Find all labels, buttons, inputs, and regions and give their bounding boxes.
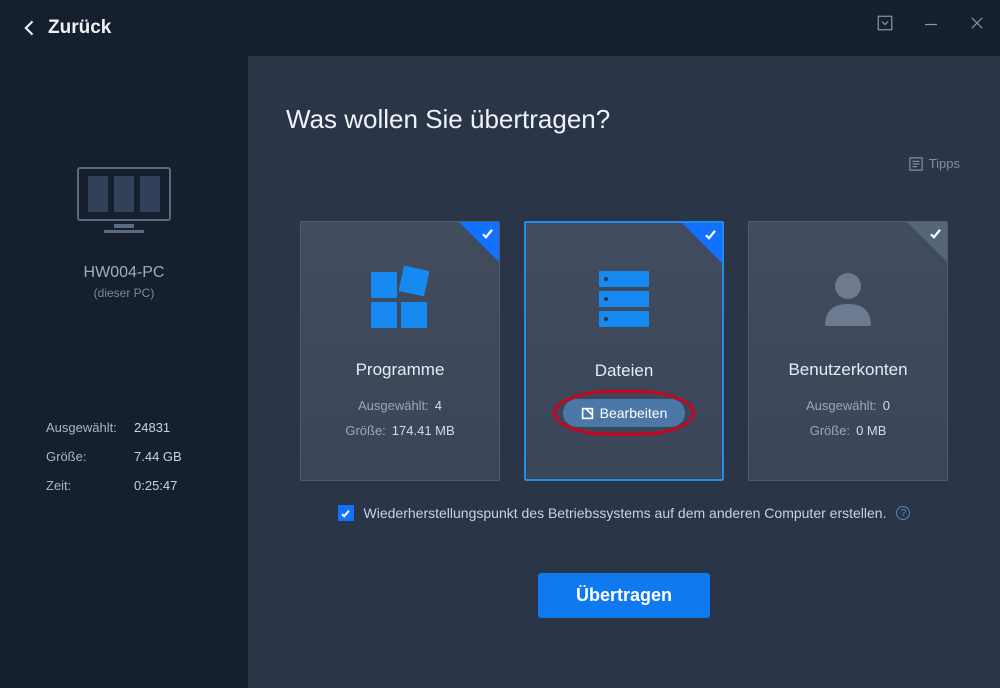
card-programs-size: Größe: 174.41 MB xyxy=(345,423,454,438)
card-programs-check xyxy=(459,222,499,262)
card-programs-selected: Ausgewählt: 4 xyxy=(358,398,442,413)
card-accounts-selected: Ausgewählt: 0 xyxy=(806,398,890,413)
sidebar-stats: Ausgewählt: 24831 Größe: 7.44 GB Zeit: 0… xyxy=(18,420,182,493)
card-accounts-check xyxy=(907,222,947,262)
card-programs[interactable]: Programme Ausgewählt: 4 Größe: 174.41 MB xyxy=(300,221,500,481)
back-button[interactable]: Zurück xyxy=(20,17,111,39)
card-programs-title: Programme xyxy=(356,360,445,380)
window-controls xyxy=(876,14,986,32)
checkmark-icon xyxy=(480,226,495,241)
help-icon[interactable]: ? xyxy=(896,506,910,520)
dropdown-button[interactable] xyxy=(876,14,894,32)
card-files-check xyxy=(682,223,722,263)
checkmark-icon xyxy=(340,508,351,519)
tips-link[interactable]: Tipps xyxy=(909,156,960,171)
minimize-button[interactable] xyxy=(922,14,940,32)
files-icon xyxy=(589,265,659,335)
accounts-icon xyxy=(813,264,883,334)
restore-label: Wiederherstellungspunkt des Betriebssyst… xyxy=(364,505,887,521)
programs-icon xyxy=(365,264,435,334)
restore-checkbox[interactable]: Wiederherstellungspunkt des Betriebssyst… xyxy=(338,505,887,521)
transfer-button[interactable]: Übertragen xyxy=(538,573,710,618)
checkmark-icon xyxy=(703,227,718,242)
page-title: Was wollen Sie übertragen? xyxy=(286,104,962,135)
stat-size: Größe: 7.44 GB xyxy=(46,449,182,464)
sidebar: HW004-PC (dieser PC) Ausgewählt: 24831 G… xyxy=(0,56,248,688)
card-accounts[interactable]: Benutzerkonten Ausgewählt: 0 Größe: 0 MB xyxy=(748,221,948,481)
pc-name: HW004-PC xyxy=(84,264,165,282)
tips-icon xyxy=(909,157,923,171)
card-files-title: Dateien xyxy=(595,361,654,381)
close-button[interactable] xyxy=(968,14,986,32)
monitor-icon xyxy=(76,166,172,238)
checkmark-icon xyxy=(928,226,943,241)
card-accounts-size: Größe: 0 MB xyxy=(810,423,887,438)
main-panel: Was wollen Sie übertragen? Tipps xyxy=(248,56,1000,688)
back-label: Zurück xyxy=(48,17,111,39)
edit-files-button[interactable]: Bearbeiten xyxy=(563,399,686,427)
card-files[interactable]: Dateien Bearbeiten xyxy=(524,221,724,481)
stat-time: Zeit: 0:25:47 xyxy=(46,478,182,493)
arrow-left-icon xyxy=(20,18,40,38)
stat-selected: Ausgewählt: 24831 xyxy=(46,420,182,435)
pc-sublabel: (dieser PC) xyxy=(94,286,155,300)
card-accounts-title: Benutzerkonten xyxy=(788,360,907,380)
edit-icon xyxy=(581,407,594,420)
